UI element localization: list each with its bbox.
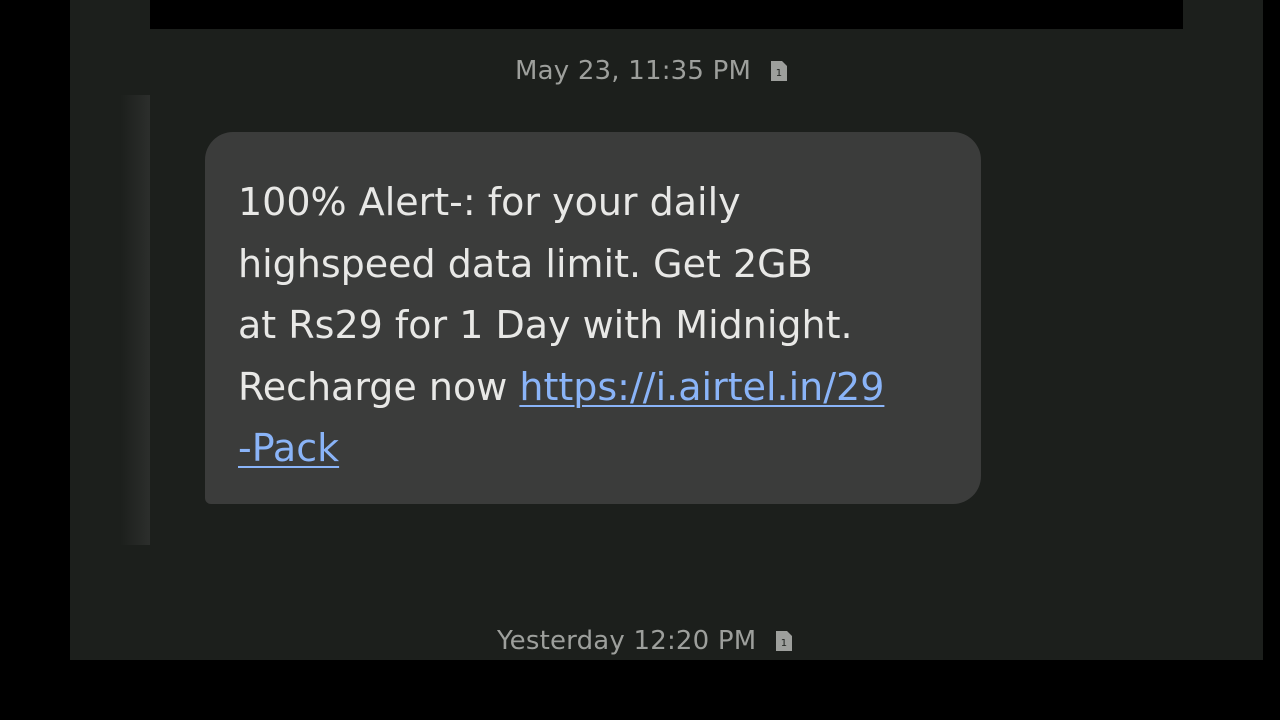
message-text: 100% Alert-: for your daily highspeed da… [238,172,949,480]
timestamp-text: Yesterday 12:20 PM [497,626,757,656]
message-line: highspeed data limit. Get 2GB [238,241,813,286]
timestamp-text: May 23, 11:35 PM [515,56,752,86]
link-text-part2[interactable]: -Pack [238,426,339,470]
svg-text:1: 1 [781,638,788,649]
sim-card-icon: 1 [774,629,794,653]
message-line: at Rs29 for 1 Day with Midnight. [238,303,853,347]
message-bubble[interactable]: 100% Alert-: for your daily highspeed da… [205,132,981,504]
sim-card-icon: 1 [769,59,789,83]
link-text-part1[interactable]: https://i.airtel.in/29 [519,365,884,409]
message-timestamp: Yesterday 12:20 PM 1 [497,626,794,656]
top-bar [150,0,1183,29]
message-timestamp: May 23, 11:35 PM 1 [515,56,789,86]
message-line: Recharge now [238,364,520,409]
message-line: 100% Alert-: for your daily [238,180,741,224]
svg-text:1: 1 [776,68,783,79]
message-thread: May 23, 11:35 PM 1 100% Alert-: for your… [70,0,1263,660]
edge-shadow [120,95,150,545]
